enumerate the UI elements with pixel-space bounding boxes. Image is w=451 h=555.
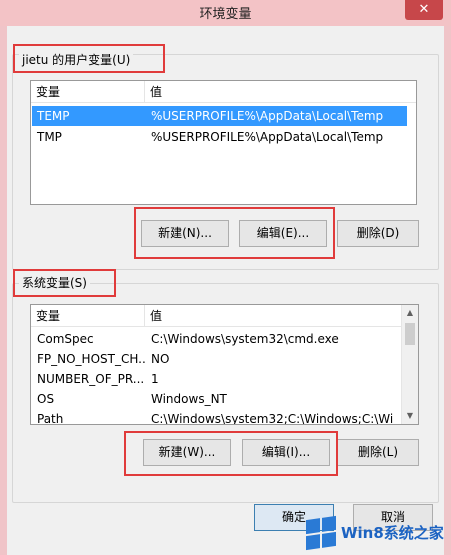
- user-vars-list[interactable]: 变量 值 TEMP %USERPROFILE%\AppData\Local\Te…: [30, 80, 417, 205]
- highlight-system-buttons: [124, 431, 338, 476]
- system-var-row[interactable]: NUMBER_OF_PR... 1: [32, 369, 402, 389]
- system-var-value: Windows_NT: [151, 392, 227, 406]
- user-vars-header: 变量 值: [31, 81, 416, 103]
- system-var-row[interactable]: Path C:\Windows\system32;C:\Windows;C:\W…: [32, 409, 402, 425]
- title-bar: 环境变量 ✕: [0, 0, 451, 26]
- user-var-row-temp[interactable]: TEMP %USERPROFILE%\AppData\Local\Temp: [32, 106, 407, 126]
- watermark: Win8系统之家: [300, 510, 451, 555]
- highlight-user-buttons: [134, 207, 335, 259]
- column-header-value[interactable]: 值: [145, 81, 416, 103]
- watermark-text: Win8系统之家: [341, 524, 444, 542]
- system-var-row[interactable]: ComSpec C:\Windows\system32\cmd.exe: [32, 329, 402, 349]
- scroll-thumb[interactable]: [405, 323, 415, 345]
- user-var-name: TEMP: [37, 109, 70, 123]
- system-var-name: Path: [37, 412, 64, 425]
- system-vars-scrollbar[interactable]: ▲ ▼: [401, 305, 418, 424]
- system-var-value: C:\Windows\system32;C:\Windows;C:\Wi: [151, 412, 394, 425]
- close-button[interactable]: ✕: [405, 0, 443, 20]
- column-header-value[interactable]: 值: [145, 305, 401, 327]
- system-var-row[interactable]: FP_NO_HOST_CH... NO: [32, 349, 402, 369]
- system-var-row[interactable]: OS Windows_NT: [32, 389, 402, 409]
- system-var-value: C:\Windows\system32\cmd.exe: [151, 332, 339, 346]
- system-var-name: NUMBER_OF_PR...: [37, 372, 145, 386]
- system-var-name: OS: [37, 392, 55, 406]
- scroll-up-icon[interactable]: ▲: [402, 305, 418, 321]
- user-var-row-tmp[interactable]: TMP %USERPROFILE%\AppData\Local\Temp: [32, 127, 407, 147]
- highlight-user-vars-label: [13, 44, 165, 73]
- system-var-name: FP_NO_HOST_CH...: [37, 352, 146, 366]
- windows-logo-icon: [306, 515, 336, 550]
- column-header-variable[interactable]: 变量: [31, 305, 145, 327]
- column-header-variable[interactable]: 变量: [31, 81, 145, 103]
- dialog-client: jietu 的用户变量(U) 变量 值 TEMP %USERPROFILE%\A…: [7, 26, 444, 555]
- system-var-value: NO: [151, 352, 170, 366]
- user-var-value: %USERPROFILE%\AppData\Local\Temp: [151, 109, 384, 123]
- close-icon: ✕: [418, 2, 430, 17]
- user-delete-button[interactable]: 删除(D): [337, 220, 419, 247]
- user-var-value: %USERPROFILE%\AppData\Local\Temp: [151, 130, 384, 144]
- system-vars-list[interactable]: 变量 值 ComSpec C:\Windows\system32\cmd.exe…: [30, 304, 419, 425]
- window-title: 环境变量: [199, 7, 252, 22]
- user-var-name: TMP: [37, 130, 62, 144]
- system-var-value: 1: [151, 372, 159, 386]
- system-delete-button[interactable]: 删除(L): [337, 439, 419, 466]
- system-var-name: ComSpec: [37, 332, 94, 346]
- scroll-down-icon[interactable]: ▼: [402, 408, 418, 424]
- highlight-system-vars-label: [13, 269, 116, 297]
- system-vars-header: 变量 值: [31, 305, 418, 327]
